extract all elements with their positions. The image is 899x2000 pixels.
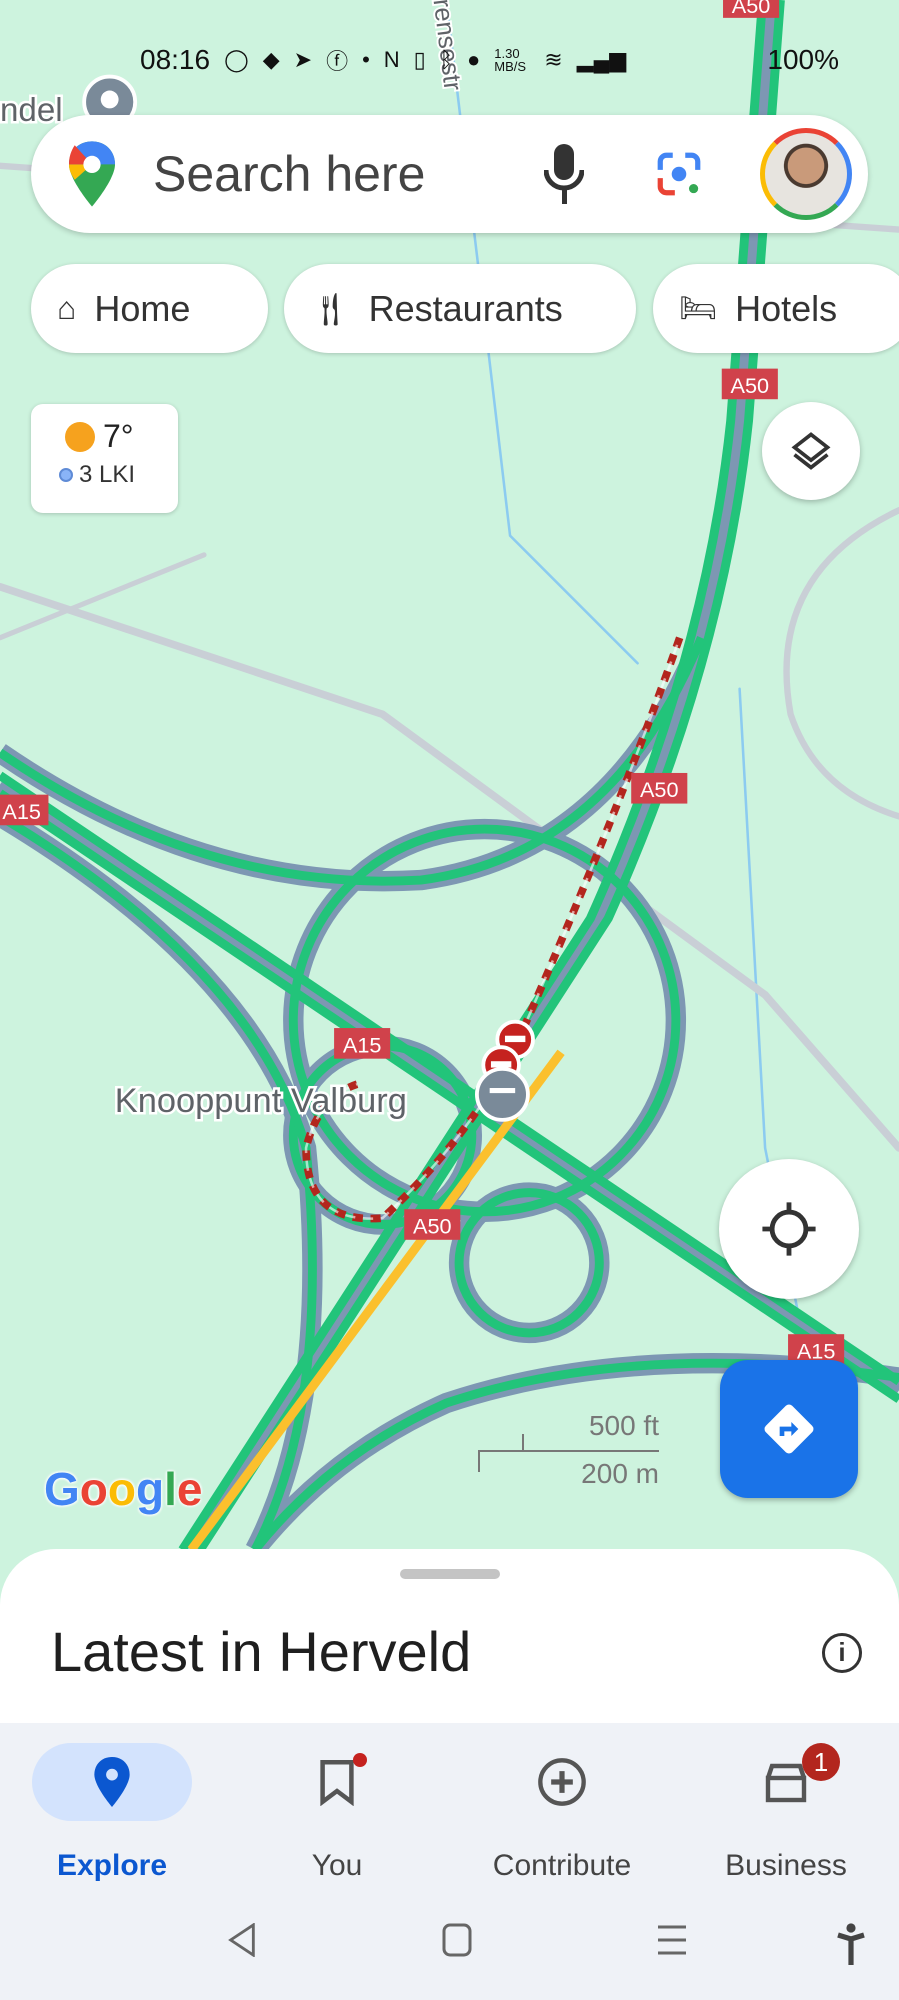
discord-icon: ◆ bbox=[262, 47, 280, 72]
accessibility-icon[interactable] bbox=[836, 1923, 866, 1972]
svg-text:A50: A50 bbox=[413, 1213, 452, 1238]
hotel-icon: 🛏︎ bbox=[679, 292, 718, 325]
chip-home[interactable]: ⌂ Home bbox=[31, 264, 268, 353]
road-closure bbox=[302, 636, 684, 1223]
layers-icon bbox=[791, 432, 831, 470]
place-label[interactable]: Knooppunt Valburg bbox=[112, 1080, 409, 1123]
notification-badge: 1 bbox=[802, 1743, 840, 1781]
chip-label: Home bbox=[94, 287, 191, 329]
vibrate-icon: ▯ bbox=[413, 47, 426, 72]
chip-hotels[interactable]: 🛏︎ Hotels bbox=[653, 264, 899, 353]
chip-restaurants[interactable]: 🍴︎ Restaurants bbox=[284, 264, 636, 353]
minor-road bbox=[783, 507, 899, 820]
home-button[interactable] bbox=[442, 1923, 472, 1962]
whatsapp-icon: ◯ bbox=[224, 47, 249, 72]
road-shield-a15: A15 bbox=[334, 1028, 391, 1059]
bookmark-icon bbox=[320, 1759, 354, 1806]
restaurant-icon: 🍴︎ bbox=[310, 290, 351, 327]
nfc-icon: N bbox=[383, 47, 400, 72]
back-button[interactable] bbox=[226, 1922, 258, 1962]
nav-contribute[interactable]: Contribute bbox=[462, 1743, 662, 1883]
microphone-icon[interactable] bbox=[544, 144, 584, 204]
clock: 08:16 bbox=[140, 44, 211, 75]
battery-level: 100% bbox=[767, 44, 839, 75]
explore-pin-icon bbox=[94, 1757, 130, 1807]
directions-button[interactable] bbox=[720, 1360, 858, 1498]
sun-icon bbox=[65, 421, 95, 452]
signal-icon: ▂▄▆ bbox=[576, 47, 627, 72]
facebook-icon: ⓕ bbox=[326, 49, 349, 74]
search-input[interactable]: Search here bbox=[153, 145, 544, 203]
road-shield-a50: A50 bbox=[723, 0, 780, 18]
info-icon[interactable]: i bbox=[822, 1633, 862, 1673]
wifi-icon: ≋ bbox=[544, 47, 563, 72]
scale-metric: 200 m bbox=[581, 1458, 659, 1489]
air-quality-icon bbox=[59, 468, 73, 482]
chip-label: Restaurants bbox=[368, 287, 563, 329]
poi-label[interactable]: ndel bbox=[0, 90, 65, 132]
system-navigation bbox=[0, 1922, 899, 1973]
nav-label: You bbox=[311, 1849, 363, 1882]
recents-button[interactable] bbox=[656, 1923, 688, 1962]
my-location-button[interactable] bbox=[719, 1159, 859, 1299]
drag-handle[interactable] bbox=[400, 1569, 500, 1579]
telegram-icon: ➤ bbox=[293, 47, 313, 72]
google-lens-icon[interactable] bbox=[654, 149, 704, 199]
nav-label: Explore bbox=[56, 1849, 168, 1882]
road-shield-a50: A50 bbox=[631, 772, 688, 804]
svg-text:A50: A50 bbox=[731, 373, 770, 398]
road-shield-a50: A50 bbox=[404, 1209, 461, 1240]
svg-text:A15: A15 bbox=[343, 1032, 382, 1057]
location-icon: ● bbox=[466, 47, 481, 72]
svg-text:A50: A50 bbox=[640, 777, 679, 802]
map-scale: 500 ft 200 m bbox=[478, 1410, 659, 1490]
nav-business[interactable]: 1 Business bbox=[686, 1743, 886, 1883]
nav-label: Business bbox=[725, 1849, 847, 1882]
scale-imperial: 500 ft bbox=[588, 1410, 659, 1441]
net-speed: 1.30 MB/S bbox=[494, 46, 527, 74]
weather-chip[interactable]: 7° 3 LKI bbox=[31, 404, 178, 513]
nav-explore[interactable]: Explore bbox=[12, 1743, 212, 1883]
chip-label: Hotels bbox=[735, 287, 838, 329]
status-bar: 08:16 ◯ ◆ ➤ ⓕ • N ▯ ᛒ ● 1.30 MB/S ≋ ▂▄▆ … bbox=[140, 40, 839, 80]
road-shield-a50: A50 bbox=[721, 368, 778, 400]
directions-icon bbox=[764, 1404, 814, 1454]
add-circle-icon bbox=[538, 1758, 586, 1806]
temperature: 7° bbox=[103, 418, 134, 454]
nav-you[interactable]: You bbox=[237, 1743, 437, 1883]
crosshair-icon bbox=[762, 1202, 816, 1256]
sheet-title: Latest in Herveld bbox=[51, 1620, 472, 1683]
home-icon: ⌂ bbox=[57, 290, 77, 326]
nav-label: Contribute bbox=[492, 1849, 632, 1882]
junction-icon[interactable] bbox=[475, 1066, 530, 1122]
bluetooth-icon: ᛒ bbox=[439, 47, 453, 72]
search-bar[interactable]: Search here bbox=[31, 115, 868, 233]
avatar[interactable] bbox=[760, 128, 852, 220]
air-quality: 3 LKI bbox=[79, 461, 136, 488]
google-logo: Google bbox=[44, 1463, 203, 1515]
notification-dot bbox=[353, 1753, 367, 1767]
svg-text:A50: A50 bbox=[732, 0, 771, 18]
maps-logo-icon bbox=[69, 141, 115, 207]
dot-icon: • bbox=[362, 47, 370, 72]
layers-button[interactable] bbox=[762, 402, 860, 500]
svg-text:A15: A15 bbox=[2, 799, 41, 824]
bottom-sheet[interactable]: Latest in Herveld i bbox=[0, 1549, 899, 1729]
bottom-navigation: Explore You Contribute 1 Business bbox=[0, 1723, 899, 2000]
road-shield-a15: A15 bbox=[0, 794, 49, 826]
